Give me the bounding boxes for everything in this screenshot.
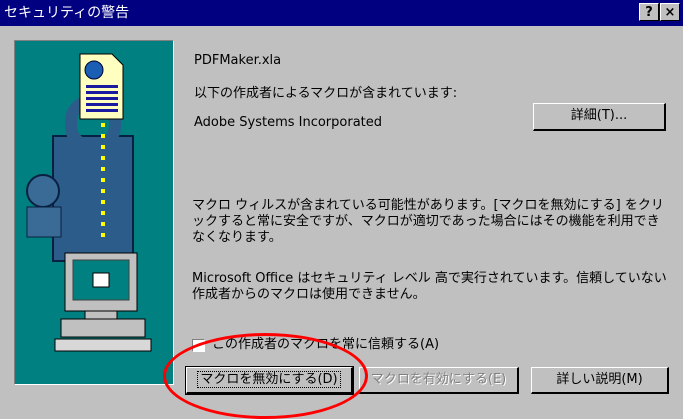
macro-warning-text: マクロ ウィルスが含まれている可能性があります。[マクロを無効にする] をクリッ… [192, 198, 664, 245]
file-name: PDFMaker.xla [194, 53, 282, 68]
globe-icon [84, 60, 104, 80]
disable-macros-label: マクロを無効にする(D) [197, 371, 341, 388]
details-button[interactable]: 詳細(T)... [533, 103, 666, 131]
disable-macros-button[interactable]: マクロを無効にする(D) [185, 366, 354, 395]
more-info-button[interactable]: 詳しい説明(M) [531, 367, 669, 394]
enable-macros-button[interactable]: マクロを有効にする(E) [359, 367, 519, 394]
security-warning-dialog: セキュリティの警告 ? × PDFMaker.xla 以下の作成者によるマクロが… [0, 0, 683, 419]
macro-security-icon [26, 53, 152, 352]
security-level-text: Microsoft Office はセキュリティ レベル 高で実行されています。… [192, 271, 667, 302]
help-button[interactable]: ? [639, 3, 659, 21]
contains-macros-text: 以下の作成者によるマクロが含まれています: [194, 86, 458, 101]
close-button[interactable]: × [660, 3, 680, 21]
always-trust-label[interactable]: この作成者のマクロを常に信頼する(A) [212, 337, 439, 353]
publisher-name: Adobe Systems Incorporated [194, 115, 383, 130]
window-title: セキュリティの警告 [4, 5, 130, 21]
security-illustration [14, 40, 174, 385]
padlock-icon [52, 135, 134, 262]
title-bar: セキュリティの警告 ? × [0, 0, 683, 26]
always-trust-checkbox[interactable] [192, 339, 205, 352]
key-icon [26, 174, 60, 208]
